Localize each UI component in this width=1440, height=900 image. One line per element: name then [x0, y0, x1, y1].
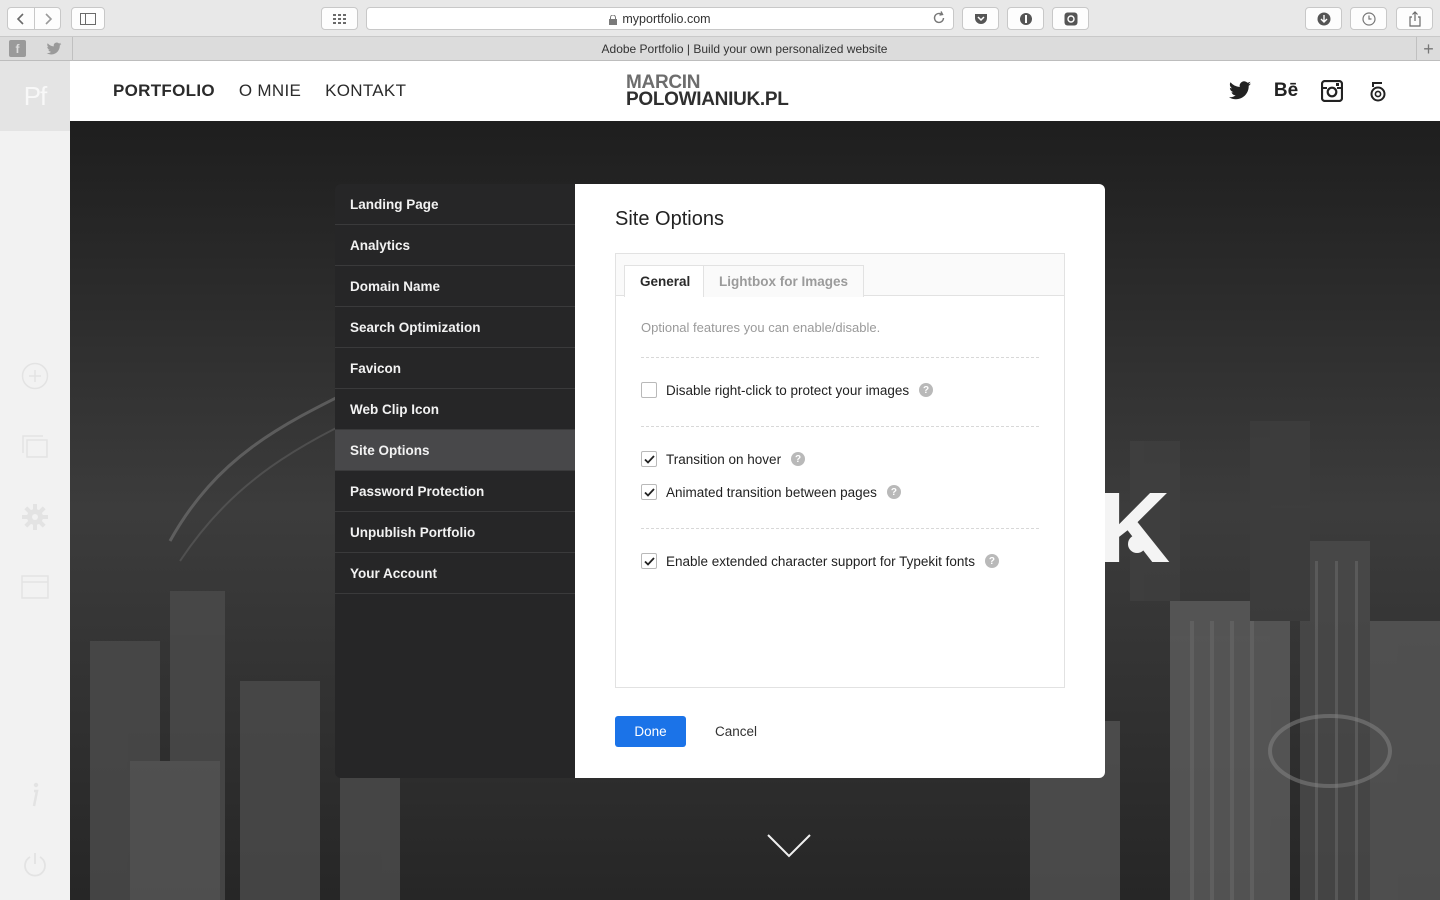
history-button[interactable]: [1350, 7, 1387, 30]
options-card: General Lightbox for Images Optional fea…: [615, 253, 1065, 688]
site-brand[interactable]: MARCIN POLOWIANIUK.PL: [626, 73, 789, 110]
camera-icon: [1064, 12, 1077, 25]
screenshot-button[interactable]: [1052, 7, 1089, 30]
browser-toolbar: myportfolio.com: [0, 0, 1440, 37]
option-label: Disable right-click to protect your imag…: [666, 382, 910, 398]
help-icon[interactable]: ?: [919, 383, 934, 397]
twitter-icon[interactable]: [1228, 79, 1252, 103]
nav-about[interactable]: O MNIE: [239, 81, 301, 101]
download-icon: [1317, 12, 1330, 25]
pocket-icon: [974, 13, 987, 24]
site-header: PORTFOLIO O MNIE KONTAKT MARCIN POLOWIAN…: [70, 61, 1440, 121]
menu-item-domain-name[interactable]: Domain Name: [335, 266, 575, 307]
site-options-dialog: Site Options General Lightbox for Images…: [575, 184, 1105, 778]
divider: [641, 357, 1039, 358]
pocket-button[interactable]: [962, 7, 999, 30]
options-tabs: General Lightbox for Images: [616, 254, 1064, 297]
layout-icon[interactable]: [21, 573, 49, 601]
extension-button[interactable]: [1007, 7, 1044, 30]
instagram-icon[interactable]: [1320, 79, 1344, 103]
address-bar[interactable]: myportfolio.com: [366, 7, 954, 30]
option-typekit-support: Enable extended character support for Ty…: [641, 553, 999, 569]
power-icon[interactable]: [21, 851, 49, 879]
menu-item-password-protection[interactable]: Password Protection: [335, 471, 575, 512]
sidebar-icon: [80, 12, 96, 25]
new-tab-button[interactable]: +: [1416, 37, 1440, 61]
address-text: myportfolio.com: [622, 11, 711, 26]
menu-item-your-account[interactable]: Your Account: [335, 553, 575, 594]
help-icon[interactable]: ?: [984, 554, 999, 568]
cancel-button[interactable]: Cancel: [715, 716, 757, 747]
forward-button[interactable]: [34, 8, 60, 29]
downloads-button[interactable]: [1305, 7, 1342, 30]
nav-contact[interactable]: KONTAKT: [325, 81, 406, 101]
info-icon[interactable]: [21, 781, 49, 809]
checkmark-icon: [643, 556, 655, 566]
chevron-down-icon[interactable]: [766, 833, 812, 859]
share-icon: [1408, 10, 1421, 27]
option-label: Animated transition between pages: [666, 484, 877, 500]
tab-bar: f Adobe Portfolio | Build your own perso…: [0, 37, 1440, 61]
back-button[interactable]: [8, 8, 34, 29]
lock-icon: [609, 14, 618, 25]
social-links: Bē: [1228, 79, 1390, 103]
menu-item-site-options[interactable]: Site Options: [335, 430, 575, 471]
chevron-right-icon: [44, 12, 52, 25]
tab-title-text: Adobe Portfolio | Build your own persona…: [601, 42, 888, 56]
editor-rail: Pf: [0, 61, 70, 900]
option-disable-right-click: Disable right-click to protect your imag…: [641, 382, 934, 398]
help-icon[interactable]: ?: [791, 452, 806, 466]
checkmark-icon: [643, 487, 655, 497]
portfolio-logo[interactable]: Pf: [0, 61, 70, 131]
pages-icon[interactable]: [21, 433, 49, 461]
checkbox-transition-on-hover[interactable]: [641, 451, 657, 467]
help-icon[interactable]: ?: [886, 485, 901, 499]
twitter-bookmark-icon[interactable]: [45, 40, 62, 57]
dialog-title: Site Options: [615, 208, 724, 230]
checkbox-typekit-support[interactable]: [641, 553, 657, 569]
option-label: Enable extended character support for Ty…: [666, 553, 975, 569]
option-label: Transition on hover: [666, 451, 782, 467]
hero-title-fragment: K: [1098, 472, 1171, 584]
clock-icon: [1361, 11, 1376, 26]
top-sites-button[interactable]: [321, 7, 358, 30]
tab-lightbox[interactable]: Lightbox for Images: [703, 265, 865, 297]
divider: [641, 528, 1039, 529]
checkbox-animated-transition[interactable]: [641, 484, 657, 500]
brand-line-2: POLOWIANIUK.PL: [626, 89, 789, 110]
settings-menu: Landing Page Analytics Domain Name Searc…: [335, 184, 575, 778]
chevron-left-icon: [16, 12, 24, 25]
behance-icon[interactable]: Bē: [1274, 79, 1298, 103]
hero-title-dot: [1128, 535, 1146, 553]
menu-item-search-optimization[interactable]: Search Optimization: [335, 307, 575, 348]
nav-portfolio[interactable]: PORTFOLIO: [113, 81, 215, 101]
tab-active[interactable]: Adobe Portfolio | Build your own persona…: [72, 37, 1416, 61]
done-button[interactable]: Done: [615, 716, 686, 747]
site-nav: PORTFOLIO O MNIE KONTAKT: [113, 81, 406, 101]
menu-item-landing-page[interactable]: Landing Page: [335, 184, 575, 225]
option-transition-on-hover: Transition on hover ?: [641, 451, 806, 467]
options-description: Optional features you can enable/disable…: [641, 320, 881, 335]
gear-icon[interactable]: [21, 503, 49, 531]
share-button[interactable]: [1396, 7, 1433, 30]
tab-general[interactable]: General: [624, 265, 707, 297]
menu-item-web-clip-icon[interactable]: Web Clip Icon: [335, 389, 575, 430]
extension-icon: [1019, 12, 1032, 25]
add-icon[interactable]: [21, 362, 49, 390]
checkbox-disable-right-click[interactable]: [641, 382, 657, 398]
reload-icon[interactable]: [931, 10, 947, 26]
divider: [641, 426, 1039, 427]
menu-item-unpublish-portfolio[interactable]: Unpublish Portfolio: [335, 512, 575, 553]
facebook-bookmark-icon[interactable]: f: [9, 40, 26, 57]
back-forward-group: [7, 7, 61, 30]
menu-item-analytics[interactable]: Analytics: [335, 225, 575, 266]
checkmark-icon: [643, 454, 655, 464]
option-animated-transition: Animated transition between pages ?: [641, 484, 901, 500]
menu-item-favicon[interactable]: Favicon: [335, 348, 575, 389]
sidebar-toggle-button[interactable]: [71, 7, 105, 30]
500px-icon[interactable]: [1366, 79, 1390, 103]
grid-icon: [332, 13, 346, 24]
